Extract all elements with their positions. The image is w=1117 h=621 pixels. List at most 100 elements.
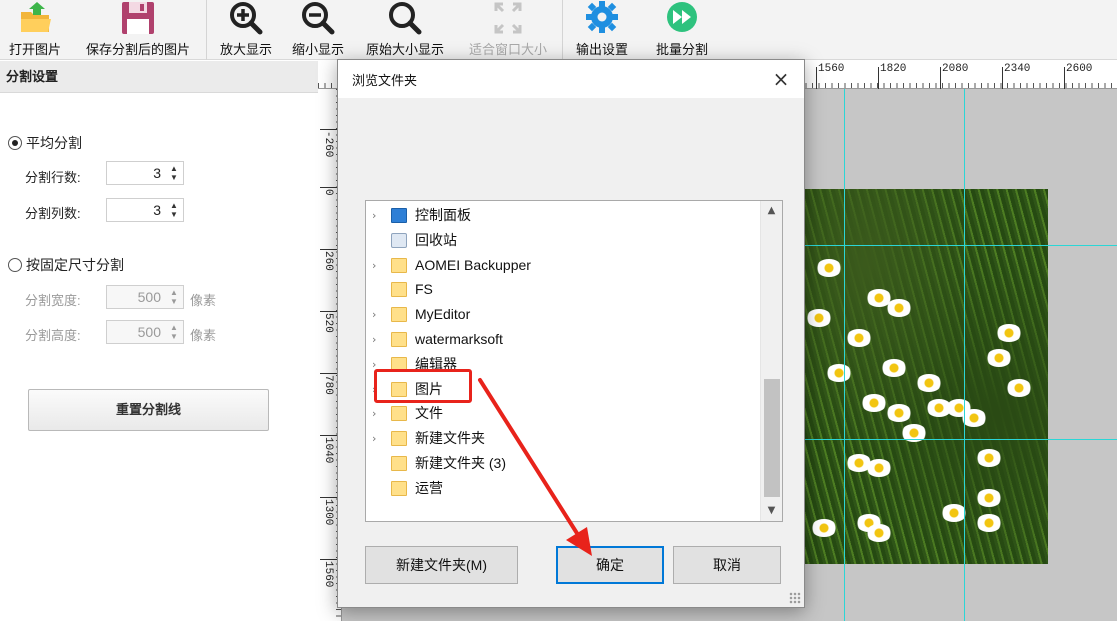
zoom-in-button[interactable]: 放大显示	[212, 0, 280, 60]
reset-split-lines-button[interactable]: 重置分割线	[28, 389, 269, 431]
save-split-images-button[interactable]: 保存分割后的图片	[74, 0, 202, 60]
zoom-out-icon	[302, 2, 335, 35]
daisy-flower	[916, 374, 942, 392]
vertical-scrollbar[interactable]: ▲ ▼	[760, 201, 782, 521]
width-unit: 像素	[190, 293, 217, 308]
toolbar-separator	[206, 0, 207, 60]
scroll-thumb[interactable]	[764, 379, 780, 497]
daisy-flower	[866, 459, 892, 477]
tree-item[interactable]: › AOMEI Backupper	[366, 253, 760, 278]
ruler-major-tick	[1064, 67, 1065, 89]
tree-item[interactable]: 运营	[366, 476, 760, 501]
cols-value: 3	[153, 202, 161, 218]
chevron-right-icon[interactable]: ›	[372, 253, 382, 278]
spin-arrows-icon[interactable]: ▲ ▼	[168, 201, 180, 219]
radio-unchecked-icon	[8, 258, 22, 272]
open-image-button[interactable]: 打开图片	[2, 0, 68, 60]
daisy-flower	[1006, 379, 1032, 397]
ruler-label: 1820	[880, 63, 907, 75]
tree-item[interactable]: › watermarksoft	[366, 327, 760, 352]
split-guide-vertical[interactable]	[844, 89, 845, 621]
ruler-major-tick	[940, 67, 941, 89]
close-icon[interactable]: ×	[768, 66, 794, 92]
ok-button[interactable]: 确定	[556, 546, 664, 584]
width-stepper[interactable]: 500 ▲ ▼	[106, 285, 184, 309]
tree-item-label: MyEditor	[415, 306, 471, 323]
tree-item-label: 运营	[415, 479, 443, 496]
daisy-flower	[811, 519, 837, 537]
tree-item[interactable]: 回收站	[366, 228, 760, 253]
width-value: 500	[137, 289, 161, 305]
tree-item-label: FS	[415, 281, 433, 298]
dialog-titlebar: 浏览文件夹 ×	[338, 60, 804, 98]
scroll-down-icon[interactable]: ▼	[761, 501, 782, 521]
spin-arrows-icon[interactable]: ▲ ▼	[168, 288, 180, 306]
fit-window-button[interactable]: 适合窗口大小	[460, 0, 556, 60]
zoom-in-icon	[230, 2, 263, 35]
folder-tree[interactable]: 运营 新建文件夹 (3) › 新建文件夹 › 文件 › 图片 › 编辑器 › watermarksof…	[365, 200, 783, 522]
scroll-up-icon[interactable]: ▲	[761, 201, 782, 221]
rows-stepper[interactable]: 3 ▲ ▼	[106, 161, 184, 185]
open-folder-icon	[21, 2, 51, 32]
tree-item-label: 控制面板	[415, 207, 471, 223]
fixed-size-radio[interactable]: 按固定尺寸分割	[8, 255, 124, 275]
zoom-out-button[interactable]: 缩小显示	[284, 0, 352, 60]
folder-icon	[391, 456, 407, 471]
tree-item[interactable]: FS	[366, 277, 760, 302]
chevron-right-icon[interactable]: ›	[372, 426, 382, 451]
ruler-label: 0	[322, 189, 334, 196]
tree-item[interactable]: 新建文件夹 (3)	[366, 451, 760, 476]
chevron-right-icon[interactable]: ›	[372, 327, 382, 352]
magnifier-icon	[389, 2, 422, 35]
batch-split-label: 批量分割	[655, 42, 708, 57]
dialog-title: 浏览文件夹	[352, 73, 418, 88]
ruler-major-tick	[816, 67, 817, 89]
open-image-label: 打开图片	[8, 42, 61, 57]
chevron-right-icon[interactable]: ›	[372, 302, 382, 327]
folder-icon	[391, 307, 407, 323]
folder-icon	[391, 257, 407, 273]
fit-window-label: 适合窗口大小	[468, 42, 547, 57]
spin-arrows-icon[interactable]: ▲ ▼	[168, 164, 180, 182]
daisy-flower	[996, 324, 1022, 342]
cols-stepper[interactable]: 3 ▲ ▼	[106, 198, 184, 222]
chevron-right-icon[interactable]: ›	[372, 401, 382, 426]
resize-grip-icon[interactable]	[789, 592, 801, 604]
tree-item[interactable]: › 新建文件夹	[366, 426, 760, 451]
folder-icon	[391, 282, 407, 298]
split-guide-horizontal[interactable]	[786, 245, 1117, 246]
split-guide-horizontal[interactable]	[786, 439, 1117, 440]
tree-item[interactable]: › 控制面板	[366, 203, 760, 228]
chevron-right-icon[interactable]: ›	[372, 203, 382, 228]
even-split-label: 平均分割	[26, 135, 82, 151]
height-unit: 像素	[190, 328, 217, 343]
daisy-flower	[886, 404, 912, 422]
ruler-label: 520	[322, 313, 334, 333]
output-settings-button[interactable]: 输出设置	[568, 0, 636, 60]
daisy-flower	[976, 449, 1002, 467]
height-label: 分割高度:	[25, 328, 81, 343]
annotation-highlight-box	[374, 369, 472, 403]
tree-item-label: 文件	[415, 405, 443, 422]
height-stepper[interactable]: 500 ▲ ▼	[106, 320, 184, 344]
daisy-flower	[806, 309, 832, 327]
batch-split-button[interactable]: 批量分割	[646, 0, 718, 60]
daisy-flower	[881, 359, 907, 377]
split-guide-vertical[interactable]	[964, 89, 965, 621]
ruler-major-tick	[878, 67, 879, 89]
radio-checked-icon	[8, 136, 22, 150]
cols-label: 分割列数:	[25, 206, 81, 221]
daisy-flower	[861, 394, 887, 412]
toolbar-separator	[562, 0, 563, 60]
tree-item[interactable]: › 文件	[366, 401, 760, 426]
ruler-label: 260	[322, 251, 334, 271]
rows-label: 分割行数:	[25, 170, 81, 185]
new-folder-button[interactable]: 新建文件夹(M)	[365, 546, 518, 584]
tree-item[interactable]: › MyEditor	[366, 302, 760, 327]
control-panel-icon	[391, 208, 407, 223]
original-size-button[interactable]: 原始大小显示	[356, 0, 454, 60]
spin-arrows-icon[interactable]: ▲ ▼	[168, 323, 180, 341]
even-split-radio[interactable]: 平均分割	[8, 133, 82, 153]
ruler-label: 780	[322, 375, 334, 395]
cancel-button[interactable]: 取消	[673, 546, 781, 584]
